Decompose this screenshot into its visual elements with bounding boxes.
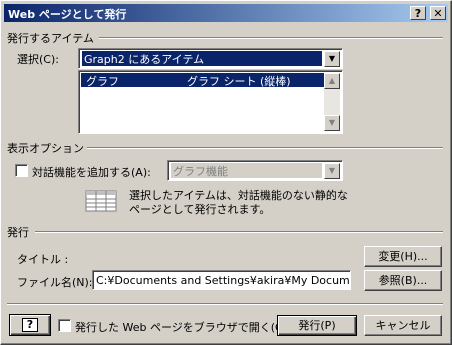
- window-title: Web ページとして発行: [8, 8, 127, 21]
- open-in-browser-label: 発行した Web ページをブラウザで開く(O): [75, 321, 288, 334]
- separator: [7, 303, 443, 305]
- interactive-checkbox[interactable]: [15, 164, 28, 177]
- dropdown-arrow-icon[interactable]: ▼: [324, 51, 340, 67]
- item-select-combo[interactable]: Graph2 にあるアイテム ▼: [78, 48, 343, 69]
- dropdown-arrow-icon[interactable]: ▼: [324, 163, 340, 179]
- list-scrollbar[interactable]: ▲ ▼: [324, 73, 340, 131]
- help-button[interactable]: ?: [9, 314, 51, 336]
- list-item[interactable]: グラフ グラフ シート (縦棒): [81, 73, 324, 88]
- separator: [35, 231, 443, 233]
- display-options-heading: 表示オプション: [7, 142, 84, 155]
- interactive-type-value: グラフ機能: [171, 163, 322, 178]
- publish-button[interactable]: 発行(P): [277, 315, 357, 336]
- filename-label: ファイル名(N):: [17, 276, 93, 289]
- list-item-type: グラフ シート (縦棒): [187, 75, 291, 88]
- publish-heading: 発行: [7, 226, 29, 239]
- publish-items-heading: 発行するアイテム: [7, 32, 94, 45]
- description-line-2: ページとして発行されます。: [129, 203, 271, 216]
- separator: [99, 37, 443, 39]
- scroll-up-icon[interactable]: ▲: [324, 73, 340, 89]
- select-label: 選択(C):: [17, 53, 59, 66]
- close-button[interactable]: ✕: [430, 6, 446, 20]
- change-title-button[interactable]: 変更(H)...: [364, 246, 442, 267]
- cancel-button[interactable]: キャンセル: [364, 315, 442, 336]
- scroll-down-icon[interactable]: ▼: [324, 115, 340, 131]
- separator: [87, 147, 443, 149]
- item-listbox[interactable]: グラフ グラフ シート (縦棒) ▲ ▼: [78, 70, 343, 134]
- list-item-name: グラフ: [86, 75, 119, 88]
- title-label: タイトル :: [17, 253, 69, 266]
- open-in-browser-checkbox[interactable]: [58, 319, 71, 332]
- interactive-label: 対話機能を追加する(A):: [32, 166, 151, 179]
- item-select-value: Graph2 にあるアイテム: [82, 51, 322, 66]
- help-title-button[interactable]: ?: [410, 6, 426, 20]
- browse-button[interactable]: 参照(B)...: [364, 270, 442, 291]
- filename-field[interactable]: C:¥Documents and Settings¥akira¥My Docum…: [92, 270, 351, 290]
- title-bar[interactable]: Web ページとして発行 ? ✕: [4, 4, 448, 22]
- table-grid-icon: [85, 190, 117, 212]
- interactive-type-combo[interactable]: グラフ機能 ▼: [167, 160, 343, 181]
- help-icon: ?: [22, 318, 38, 332]
- publish-as-web-page-dialog: Web ページとして発行 ? ✕ 発行するアイテム 選択(C): Graph2 …: [0, 0, 452, 345]
